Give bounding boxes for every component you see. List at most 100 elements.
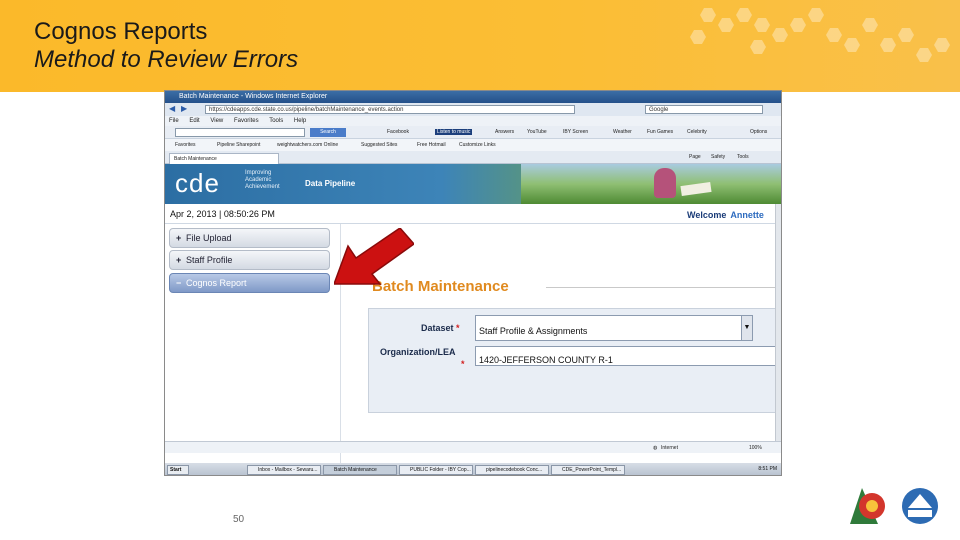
menu-favorites[interactable]: Favorites: [234, 118, 259, 124]
nav-file-upload[interactable]: + File Upload: [169, 228, 330, 248]
favorite-link[interactable]: Pipeline Sharepoint: [217, 139, 260, 151]
url-input[interactable]: https://cdeapps.cde.state.co.us/pipeline…: [205, 105, 575, 114]
favorite-link[interactable]: weightwatchers.com Online: [277, 139, 338, 151]
cde-banner: cde Improving Academic Achievement Data …: [165, 164, 781, 204]
dataset-label: Dataset *: [421, 323, 460, 333]
pointer-arrow: [334, 228, 414, 285]
toolbar-item[interactable]: IBY Screen: [563, 129, 588, 135]
browser-screenshot: Batch Maintenance - Windows Internet Exp…: [164, 90, 782, 476]
organization-value: 1420-JEFFERSON COUNTY R-1: [479, 355, 613, 365]
search-toolbar: Search Facebook Listen to music Answers …: [165, 126, 781, 139]
hex-decoration: [750, 40, 766, 54]
favorite-link[interactable]: Free Hotmail: [417, 139, 446, 151]
favorite-link[interactable]: Suggested Sites: [361, 139, 397, 151]
tagline-line: Improving: [245, 170, 272, 176]
hex-decoration: [754, 18, 770, 32]
dataset-value: Staff Profile & Assignments: [479, 326, 588, 336]
nav-staff-profile[interactable]: + Staff Profile: [169, 250, 330, 270]
tagline-line: Achievement: [245, 184, 280, 190]
dataset-label-text: Dataset: [421, 323, 454, 333]
colorado-logo-icon: [850, 488, 885, 524]
address-bar: ◀ ▶ https://cdeapps.cde.state.co.us/pipe…: [165, 103, 781, 116]
taskbar-item[interactable]: pipelinecodebook Conc...: [475, 465, 549, 475]
cde-seal-icon: [902, 488, 938, 524]
favorites-bar: Favorites Pipeline Sharepoint weightwatc…: [165, 139, 781, 151]
zone-status: Internet: [661, 445, 678, 451]
start-button[interactable]: Start: [167, 465, 189, 475]
chevron-down-icon[interactable]: ▼: [741, 316, 752, 340]
menu-edit[interactable]: Edit: [189, 118, 199, 124]
taskbar-item[interactable]: Batch Maintenance: [323, 465, 397, 475]
page-menu[interactable]: Page: [689, 154, 701, 160]
toolbar-item[interactable]: Celebrity: [687, 129, 707, 135]
banner-photo-figure: [654, 168, 676, 198]
scrollbar[interactable]: [775, 204, 781, 441]
nav-cognos-report[interactable]: − Cognos Report: [169, 273, 330, 293]
toolbar-search-input[interactable]: [175, 128, 305, 137]
menu-tools[interactable]: Tools: [269, 118, 283, 124]
hex-decoration: [880, 38, 896, 52]
zoom-level[interactable]: 100%: [749, 445, 762, 451]
favorites-button[interactable]: Favorites: [175, 139, 196, 151]
nav-label: File Upload: [186, 233, 232, 243]
toolbar-item[interactable]: Options: [750, 129, 767, 135]
toolbar-item[interactable]: Fun Games: [647, 129, 673, 135]
tools-menu[interactable]: Tools: [737, 154, 749, 160]
divider: [165, 223, 781, 224]
expand-icon: +: [176, 255, 182, 265]
nav-label: Cognos Report: [186, 278, 247, 288]
hex-decoration: [862, 18, 878, 32]
app-name: Data Pipeline: [305, 179, 356, 188]
menu-bar: File Edit View Favorites Tools Help: [165, 116, 781, 126]
taskbar-item[interactable]: Inbox - Mailbox - Sewaru...: [247, 465, 321, 475]
status-bar: ◍ Internet 100%: [165, 441, 781, 453]
menu-view[interactable]: View: [210, 118, 223, 124]
favorite-link[interactable]: Customize Links: [459, 139, 496, 151]
title-rule: [546, 287, 781, 288]
toolbar-item[interactable]: Listen to music: [435, 129, 473, 135]
taskbar: Start Inbox - Mailbox - Sewaru... Batch …: [165, 463, 781, 475]
hex-decoration: [772, 28, 788, 42]
toolbar-item[interactable]: Facebook: [387, 129, 409, 135]
hex-decoration: [790, 18, 806, 32]
window-title: Batch Maintenance - Windows Internet Exp…: [179, 93, 328, 100]
hex-decoration: [934, 38, 950, 52]
hex-decoration: [844, 38, 860, 52]
organization-select[interactable]: 1420-JEFFERSON COUNTY R-1: [475, 346, 781, 366]
hex-decoration: [808, 8, 824, 22]
safety-menu[interactable]: Safety: [711, 154, 725, 160]
dataset-select[interactable]: Staff Profile & Assignments ▼: [475, 315, 753, 341]
forward-icon[interactable]: ▶: [181, 104, 187, 113]
hex-decoration: [916, 48, 932, 62]
taskbar-item[interactable]: CDE_PowerPoint_Templ...: [551, 465, 625, 475]
toolbar-item[interactable]: Weather: [613, 129, 632, 135]
welcome-text: Welcome Annette: [687, 210, 764, 220]
colorado-cde-logos: [850, 488, 938, 524]
clock: 8:51 PM: [758, 466, 777, 472]
user-name: Annette: [730, 210, 764, 220]
slide: Cognos Reports Method to Review Errors B…: [0, 0, 960, 540]
datetime: Apr 2, 2013 | 08:50:26 PM: [170, 209, 275, 219]
menu-help[interactable]: Help: [294, 118, 306, 124]
expand-icon: +: [176, 233, 182, 243]
slide-subtitle: Method to Review Errors: [34, 46, 299, 73]
hex-decoration: [700, 8, 716, 22]
cde-tagline: Improving Academic Achievement: [245, 170, 280, 191]
tab-batch-maintenance[interactable]: Batch Maintenance: [169, 153, 279, 164]
tagline-line: Academic: [245, 177, 272, 183]
required-marker: *: [461, 359, 465, 369]
browser-search-input[interactable]: Google: [645, 105, 763, 114]
toolbar-item[interactable]: Answers: [495, 129, 514, 135]
page-number: 50: [233, 514, 245, 525]
toolbar-item[interactable]: YouTube: [527, 129, 547, 135]
menu-file[interactable]: File: [169, 118, 179, 124]
nav-label: Staff Profile: [186, 255, 233, 265]
collapse-icon: −: [176, 278, 182, 288]
globe-icon: ◍: [653, 445, 658, 451]
hex-decoration: [898, 28, 914, 42]
hex-decoration: [826, 28, 842, 42]
toolbar-search-button[interactable]: Search: [310, 128, 346, 137]
window-titlebar: Batch Maintenance - Windows Internet Exp…: [165, 91, 781, 103]
taskbar-item[interactable]: PUBLIC Folder - IBY Cop...: [399, 465, 473, 475]
back-icon[interactable]: ◀: [169, 104, 175, 113]
